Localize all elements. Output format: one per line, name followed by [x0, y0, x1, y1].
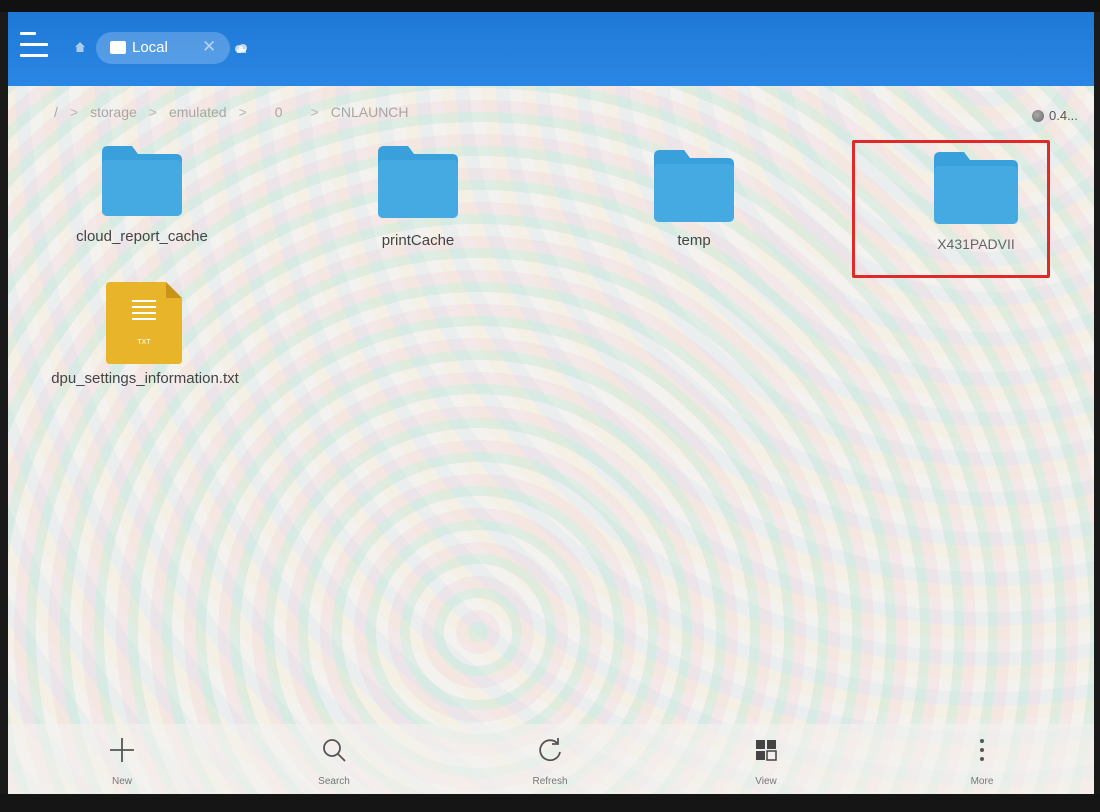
- action-label: Search: [318, 776, 350, 787]
- breadcrumb: / > storage > emulated > 0 > CNLAUNCH: [48, 100, 415, 124]
- local-storage-icon: [110, 41, 126, 54]
- folder-icon: [378, 146, 458, 218]
- view-grid-icon: [756, 740, 777, 761]
- search-button[interactable]: Search: [294, 724, 374, 794]
- file-name: cloud_report_cache: [76, 228, 208, 245]
- folder-icon: [654, 150, 734, 222]
- highlight-annotation-box: [852, 140, 1050, 278]
- file-item-dpu-settings[interactable]: TXT dpu_settings_information.txt: [22, 282, 268, 392]
- screen-moire-overlay: [8, 12, 1094, 794]
- file-manager-screen: Local ✕ / > storage > emulated > 0 > CNL…: [8, 12, 1094, 794]
- tab-close-icon[interactable]: ✕: [202, 37, 216, 57]
- refresh-icon: [539, 738, 561, 762]
- action-label: View: [755, 776, 777, 787]
- file-item-cloud-report-cache[interactable]: cloud_report_cache: [52, 142, 232, 252]
- breadcrumb-separator: >: [69, 104, 79, 120]
- hamburger-menu-icon[interactable]: [20, 32, 48, 60]
- storage-label: 0.4...: [1049, 108, 1078, 123]
- view-button[interactable]: View: [726, 724, 806, 794]
- action-label: Refresh: [532, 776, 568, 787]
- breadcrumb-0[interactable]: 0: [253, 104, 305, 120]
- folder-icon: [102, 146, 182, 216]
- top-app-bar: Local ✕: [8, 12, 1094, 86]
- storage-pie-icon: [1032, 109, 1044, 122]
- device-bezel-top: [0, 0, 1100, 12]
- file-name: printCache: [381, 232, 455, 249]
- storage-indicator[interactable]: 0.4...: [1032, 108, 1078, 123]
- more-vertical-icon: [980, 739, 984, 761]
- home-icon[interactable]: [75, 42, 85, 52]
- breadcrumb-emulated[interactable]: emulated: [163, 104, 233, 120]
- action-label: New: [111, 776, 132, 787]
- tab-local[interactable]: Local ✕: [96, 32, 230, 64]
- breadcrumb-separator: >: [238, 104, 247, 120]
- file-item-temp[interactable]: temp: [604, 150, 784, 260]
- refresh-button[interactable]: Refresh: [510, 724, 590, 794]
- cloud-icon[interactable]: [234, 42, 248, 54]
- breadcrumb-cnlaunch[interactable]: CNLAUNCH: [325, 104, 415, 120]
- more-button[interactable]: More: [942, 724, 1022, 794]
- tab-local-label: Local: [132, 39, 168, 56]
- txt-icon-label: TXT: [137, 339, 151, 346]
- breadcrumb-root[interactable]: /: [48, 104, 64, 120]
- plus-icon: [110, 738, 134, 762]
- file-item-printcache[interactable]: printCache: [328, 146, 508, 256]
- file-name: temp: [677, 232, 711, 249]
- txt-file-icon: TXT: [106, 282, 182, 364]
- breadcrumb-separator: >: [310, 104, 319, 120]
- action-label: More: [970, 776, 994, 787]
- breadcrumb-storage[interactable]: storage: [84, 104, 143, 120]
- bottom-action-bar: New Search Refresh View More: [8, 724, 1094, 794]
- file-name: dpu_settings_information.txt: [51, 370, 239, 387]
- new-button[interactable]: New: [82, 724, 162, 794]
- search-icon: [323, 739, 346, 762]
- device-bezel-bottom: [0, 794, 1100, 812]
- breadcrumb-separator: >: [148, 104, 157, 120]
